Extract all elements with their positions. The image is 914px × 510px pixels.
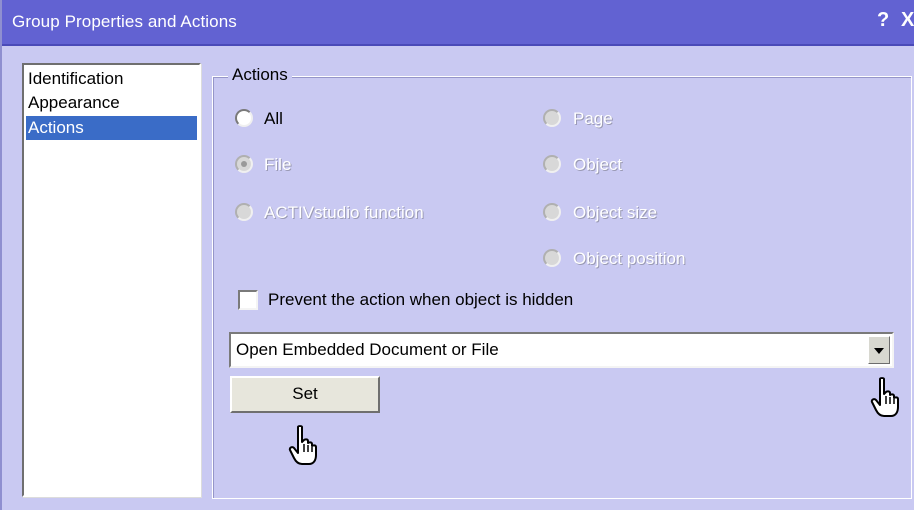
- radio-object-label: Object: [573, 155, 623, 174]
- radio-file-label: File: [264, 155, 292, 174]
- action-select[interactable]: Open Embedded Document or File: [229, 332, 894, 368]
- close-icon[interactable]: X: [901, 9, 914, 32]
- radio-object-size-label: Object size: [573, 203, 658, 222]
- actions-group-legend: Actions: [228, 64, 292, 86]
- property-category-list[interactable]: Identification Appearance Actions: [22, 63, 201, 497]
- help-icon[interactable]: ?: [877, 9, 889, 32]
- radio-activstudio-function-label: ACTIVstudio function: [264, 203, 424, 222]
- set-button[interactable]: Set: [230, 376, 380, 413]
- radio-file: [235, 155, 253, 173]
- radio-page: [543, 109, 561, 127]
- radio-page-label: Page: [573, 109, 613, 128]
- hand-pointer-icon: [870, 377, 899, 417]
- group-properties-dialog: Group Properties and Actions ? X Identif…: [0, 0, 914, 510]
- hand-pointer-icon: [288, 425, 317, 465]
- nav-item-appearance[interactable]: Appearance: [26, 91, 197, 115]
- radio-object-position: [543, 249, 561, 267]
- action-select-value: Open Embedded Document or File: [236, 340, 499, 359]
- radio-object-position-label: Object position: [573, 249, 686, 268]
- radio-activstudio-function: [235, 203, 253, 221]
- window-title: Group Properties and Actions: [12, 12, 237, 31]
- nav-item-identification[interactable]: Identification: [26, 67, 197, 91]
- radio-object-size: [543, 203, 561, 221]
- prevent-hidden-label[interactable]: Prevent the action when object is hidden: [268, 290, 573, 310]
- dialog-body: Identification Appearance Actions Action…: [2, 46, 914, 510]
- nav-item-actions[interactable]: Actions: [26, 116, 197, 140]
- radio-all-label[interactable]: All: [264, 109, 283, 129]
- title-bar: Group Properties and Actions ? X: [2, 0, 914, 46]
- chevron-down-icon[interactable]: [868, 336, 890, 364]
- radio-object: [543, 155, 561, 173]
- radio-all[interactable]: [235, 109, 253, 127]
- prevent-hidden-checkbox[interactable]: [238, 290, 258, 310]
